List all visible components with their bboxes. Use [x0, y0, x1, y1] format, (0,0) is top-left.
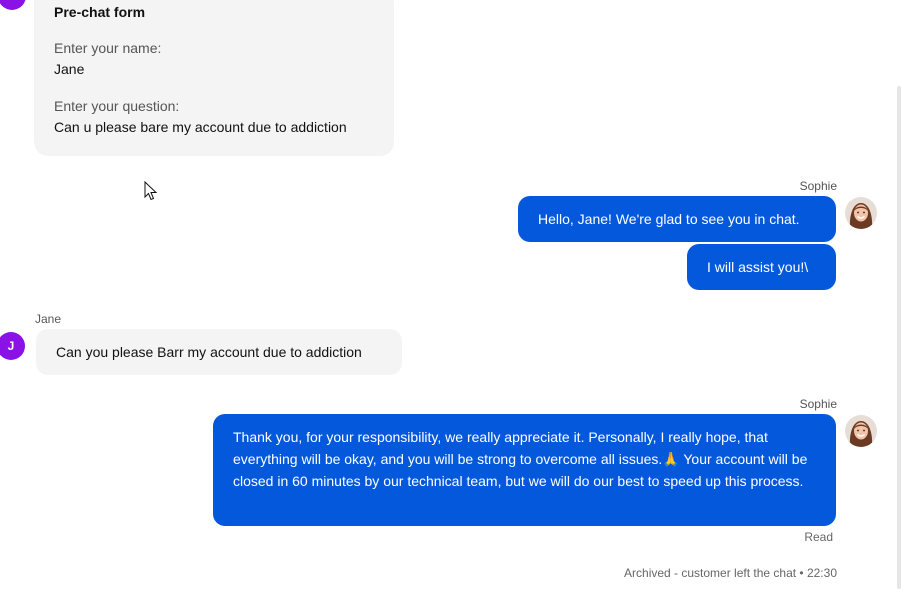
question-label: Enter your question: — [54, 98, 180, 114]
agent-message: Hello, Jane! We're glad to see you in ch… — [518, 196, 836, 242]
question-value: Can u please bare my account due to addi… — [54, 119, 347, 135]
message-text: Hello, Jane! We're glad to see you in ch… — [538, 211, 800, 227]
agent-message: I will assist you!\ — [687, 244, 836, 290]
prechat-form-card: Pre-chat form Enter your name: Jane Ente… — [34, 0, 394, 156]
mouse-cursor-icon — [144, 181, 158, 201]
sender-name-sophie: Sophie — [799, 397, 837, 411]
agent-avatar-icon — [845, 415, 877, 447]
customer-avatar: J — [0, 332, 25, 360]
read-status: Read — [804, 530, 833, 544]
message-text: Can you please Barr my account due to ad… — [56, 344, 362, 360]
scrollbar[interactable] — [897, 86, 901, 589]
archived-note: Archived - customer left the chat • 22:3… — [624, 566, 837, 580]
sender-name-jane: Jane — [35, 312, 62, 326]
message-text: I will assist you!\ — [707, 259, 809, 275]
customer-message: Can you please Barr my account due to ad… — [36, 329, 402, 375]
agent-avatar — [845, 197, 877, 229]
chat-transcript: Pre-chat form Enter your name: Jane Ente… — [0, 0, 901, 589]
customer-avatar-top — [0, 0, 26, 10]
name-label: Enter your name: — [54, 40, 162, 56]
prechat-form-title: Pre-chat form — [54, 4, 146, 20]
agent-avatar-icon — [845, 197, 877, 229]
avatar-initial: J — [7, 339, 15, 353]
agent-message: Thank you, for your responsibility, we r… — [213, 414, 836, 526]
name-value: Jane — [54, 61, 85, 77]
agent-avatar — [845, 415, 877, 447]
message-text: Thank you, for your responsibility, we r… — [233, 429, 808, 489]
sender-name-sophie: Sophie — [799, 179, 837, 193]
